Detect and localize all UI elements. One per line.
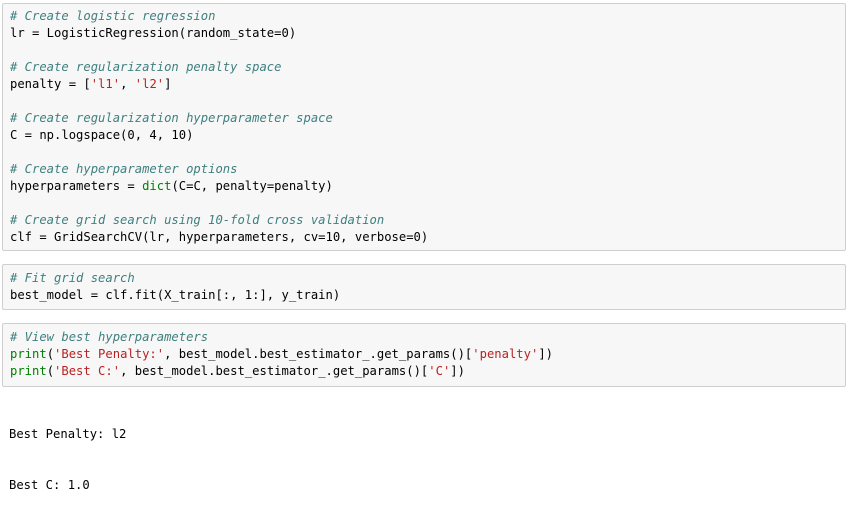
code-text: , best_model.best_estimator_.get_params(…	[164, 347, 473, 361]
code-line: print('Best C:', best_model.best_estimat…	[10, 363, 553, 380]
code-comment: # Create regularization hyperparameter s…	[10, 111, 333, 125]
code-text: best_model = clf.fit(X_train[:, 1:], y_t…	[10, 288, 341, 302]
code-text: (	[46, 364, 55, 378]
output-line: Best C: 1.0	[9, 478, 90, 492]
code-string: 'l2'	[134, 77, 165, 91]
code-line: # View best hyperparameters	[10, 329, 553, 346]
output-line: Best Penalty: l2	[9, 427, 127, 441]
code-editor[interactable]: # Create logistic regression lr = Logisti…	[10, 8, 428, 246]
code-text: (	[46, 347, 55, 361]
code-line: clf = GridSearchCV(lr, hyperparameters, …	[10, 229, 428, 246]
code-line: # Create regularization hyperparameter s…	[10, 110, 428, 127]
code-text: C = np.logspace(0, 4, 10)	[10, 128, 194, 142]
code-text: (C=C, penalty=penalty)	[171, 179, 333, 193]
code-string: 'Best C:'	[54, 364, 121, 378]
code-text: lr = LogisticRegression(random_state=0)	[10, 26, 297, 40]
code-string: 'Best Penalty:'	[54, 347, 165, 361]
code-builtin: print	[10, 364, 47, 378]
code-comment: # Create hyperparameter options	[10, 162, 238, 176]
code-text: ]	[164, 77, 172, 91]
code-builtin: dict	[142, 179, 172, 193]
code-string: 'penalty'	[472, 347, 539, 361]
code-line: print('Best Penalty:', best_model.best_e…	[10, 346, 553, 363]
code-text: ])	[538, 347, 554, 361]
code-comment: # Create regularization penalty space	[10, 60, 282, 74]
code-text: hyperparameters =	[10, 179, 143, 193]
code-text: ,	[120, 77, 135, 91]
code-cell-3[interactable]: # View best hyperparameters print('Best P…	[2, 323, 846, 387]
code-comment: # Create grid search using 10-fold cross…	[10, 213, 385, 227]
code-line: penalty = ['l1', 'l2']	[10, 76, 428, 93]
code-line: hyperparameters = dict(C=C, penalty=pena…	[10, 178, 428, 195]
code-editor[interactable]: # View best hyperparameters print('Best P…	[10, 329, 553, 380]
code-line: # Fit grid search	[10, 270, 340, 287]
code-line: # Create logistic regression	[10, 8, 428, 25]
code-editor[interactable]: # Fit grid search best_model = clf.fit(X_…	[10, 270, 340, 304]
code-text: clf = GridSearchCV(lr, hyperparameters, …	[10, 230, 429, 244]
code-text: ])	[450, 364, 465, 378]
code-comment: # Create logistic regression	[10, 9, 216, 23]
code-cell-1[interactable]: # Create logistic regression lr = Logisti…	[2, 3, 846, 251]
code-line: # Create regularization penalty space	[10, 59, 428, 76]
code-line: best_model = clf.fit(X_train[:, 1:], y_t…	[10, 287, 340, 304]
code-line: C = np.logspace(0, 4, 10)	[10, 127, 428, 144]
code-text: , best_model.best_estimator_.get_params(…	[120, 364, 429, 378]
code-cell-2[interactable]: # Fit grid search best_model = clf.fit(X_…	[2, 264, 846, 310]
code-builtin: print	[10, 347, 47, 361]
code-comment: # Fit grid search	[10, 271, 135, 285]
code-line: # Create hyperparameter options	[10, 161, 428, 178]
code-line: # Create grid search using 10-fold cross…	[10, 212, 428, 229]
code-string: 'C'	[428, 364, 451, 378]
code-string: 'l1'	[90, 77, 121, 91]
code-comment: # View best hyperparameters	[10, 330, 209, 344]
cell-output: Best Penalty: l2 Best C: 1.0	[9, 392, 126, 511]
code-line: lr = LogisticRegression(random_state=0)	[10, 25, 428, 42]
code-text: penalty = [	[10, 77, 91, 91]
